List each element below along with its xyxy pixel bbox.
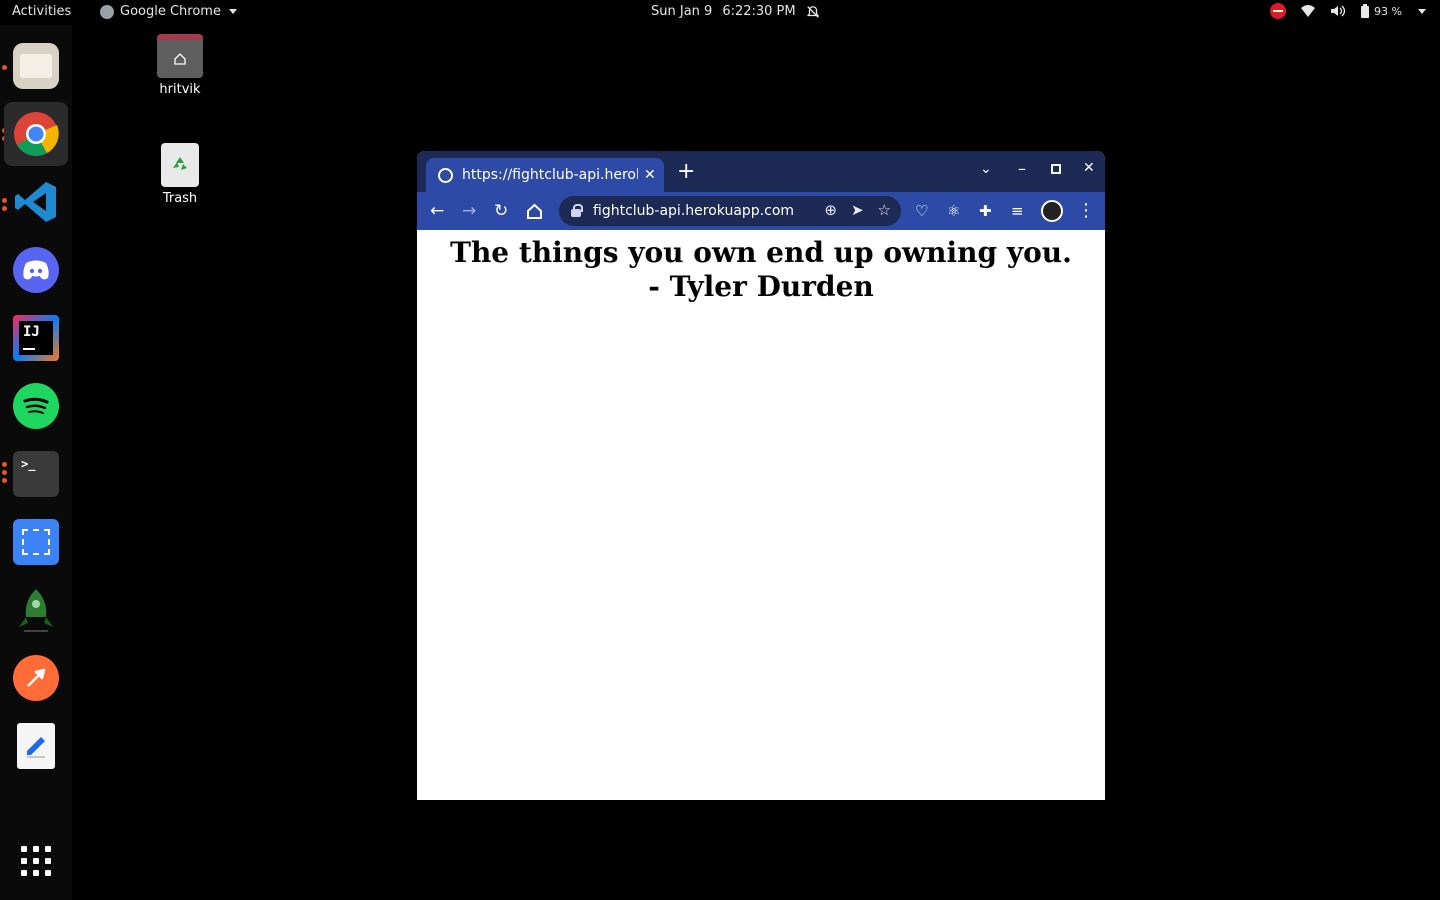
clock-time: 6:22:30 PM [722,4,796,19]
address-bar-url: fightclub-api.herokuapp.com [593,203,795,219]
maximize-button[interactable] [1051,164,1061,174]
home-folder-label: hritvik [159,82,201,97]
chrome-icon [100,4,114,19]
kebab-menu-icon[interactable]: ⋮ [1077,201,1095,221]
home-button[interactable] [526,203,543,220]
tab-strip: https://fightclub-api.herokuapp.com ✕ + … [417,151,1105,192]
new-tab-button[interactable]: + [677,161,695,183]
intellij-icon: IJ [13,315,59,361]
screenshot-icon [13,519,59,565]
send-icon[interactable]: ➤ [851,201,864,219]
app-menu[interactable]: Google Chrome [100,4,237,19]
chevron-down-icon [228,9,237,14]
rocket-icon [19,589,53,632]
reload-button[interactable]: ↻ [494,201,508,221]
clock-date: Sun Jan 9 [651,4,713,19]
show-applications-button[interactable] [4,829,68,893]
minimize-button[interactable]: – [1018,159,1026,178]
system-status[interactable]: 93 % [1270,3,1426,19]
bookmark-star-icon[interactable]: ☆ [878,201,891,219]
dock-item-text-editor[interactable] [4,714,68,778]
clock[interactable]: Sun Jan 9 6:22:30 PM [651,4,820,19]
dock-item-intellij[interactable]: IJ [4,306,68,370]
browser-tab[interactable]: https://fightclub-api.herokuapp.com ✕ [426,158,664,192]
media-queue-icon[interactable]: ≡ [1011,201,1024,221]
react-devtools-icon[interactable]: ⚛ [947,201,960,221]
home-folder-icon [157,34,203,78]
web-page-content: The things you own end up owning you. - … [417,230,1105,800]
dock-item-terminal[interactable]: >_ [4,442,68,506]
quote-text: The things you own end up owning you. - … [450,236,1072,303]
tab-close-icon[interactable]: ✕ [644,167,656,183]
volume-icon [1331,5,1346,17]
battery-percent: 93 % [1374,4,1402,18]
dock-item-rocket[interactable] [4,578,68,642]
activities-button[interactable]: Activities [12,4,71,19]
dock-item-discord[interactable] [4,238,68,302]
battery-icon [1361,4,1370,18]
zoom-icon[interactable]: ⊕ [824,201,837,219]
address-bar[interactable]: fightclub-api.herokuapp.com ⊕ ➤ ☆ [559,196,901,226]
spotify-icon [13,383,59,429]
wifi-icon [1301,5,1316,17]
dock-item-chrome[interactable] [4,102,68,166]
notifications-muted-icon [806,5,819,18]
app-menu-label: Google Chrome [120,4,221,19]
dock-item-files[interactable] [4,34,68,98]
do-not-disturb-icon [1270,3,1287,19]
desktop-home-folder[interactable]: hritvik [140,34,220,97]
tab-title: https://fightclub-api.herokuapp.com [462,167,638,183]
apps-grid-icon [21,846,51,876]
postman-icon [13,655,59,701]
trash-label: Trash [162,191,198,206]
dock-item-vscode[interactable] [4,170,68,234]
dock-item-screenshot[interactable] [4,510,68,574]
dock-item-postman[interactable] [4,646,68,710]
forward-button[interactable]: → [462,201,476,221]
omnibox-actions: ⊕ ➤ ☆ [824,201,891,219]
terminal-icon: >_ [13,451,59,497]
dock-item-spotify[interactable] [4,374,68,438]
battery-indicator: 93 % [1360,4,1402,18]
profile-avatar[interactable] [1041,200,1063,222]
files-icon [13,43,59,89]
chrome-window: https://fightclub-api.herokuapp.com ✕ + … [417,151,1105,800]
close-window-button[interactable]: ✕ [1083,160,1095,176]
dock: IJ >_ [0,25,72,900]
text-editor-icon [17,723,55,769]
chevron-down-icon [1418,8,1426,14]
pocket-extension-icon[interactable]: ♡ [915,201,928,221]
chrome-icon [14,112,59,156]
back-button[interactable]: ← [430,201,444,221]
browser-toolbar: ← → ↻ fightclub-api.herokuapp.com ⊕ ➤ ☆ … [417,192,1105,230]
desktop-trash[interactable]: Trash [140,143,220,206]
globe-icon [438,167,453,183]
extensions-puzzle-icon[interactable]: ✚ [979,201,992,221]
vscode-icon [15,182,56,222]
trash-icon [161,143,199,187]
lock-icon [571,204,583,217]
discord-icon [13,247,59,293]
top-bar: Activities Google Chrome Sun Jan 9 6:22:… [0,0,1440,25]
tab-search-button[interactable]: ⌄ [980,161,992,177]
